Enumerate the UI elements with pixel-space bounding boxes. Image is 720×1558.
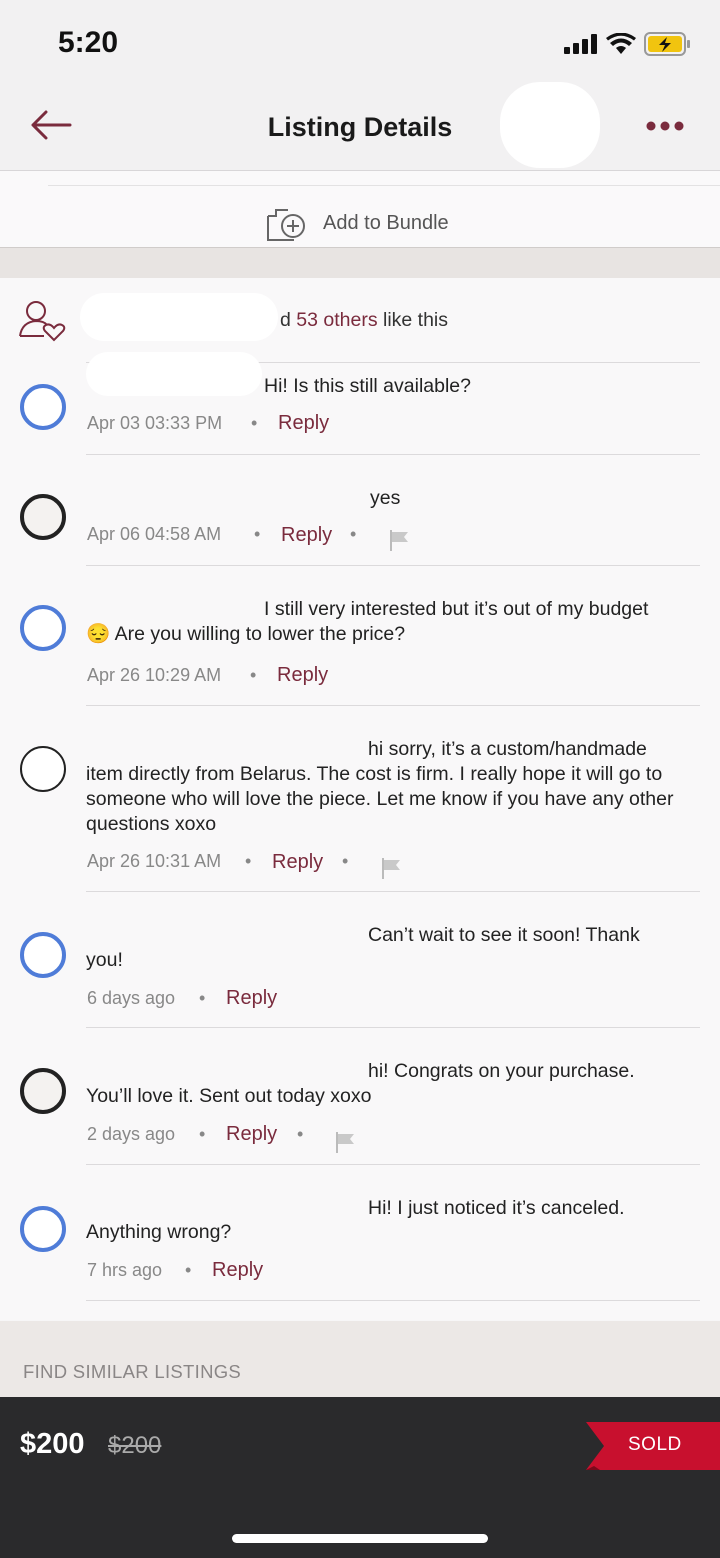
redacted-area	[500, 82, 600, 168]
divider	[86, 705, 700, 706]
comment-text: yes	[370, 487, 401, 509]
divider	[86, 1300, 700, 1301]
flag-icon[interactable]	[380, 856, 402, 880]
sold-badge: SOLD	[628, 1434, 682, 1455]
separator-dot: •	[250, 665, 257, 685]
comment-text: hi sorry, it’s a custom/handmade	[368, 738, 647, 760]
separator-dot: •	[342, 851, 349, 871]
divider	[86, 454, 700, 455]
likes-icon[interactable]	[18, 298, 66, 342]
comment-text-continued: You’ll love it. Sent out today xoxo	[86, 1085, 372, 1107]
original-price: $200	[108, 1432, 162, 1459]
avatar[interactable]	[20, 384, 66, 430]
likes-summary[interactable]: d 53 others like this	[280, 309, 448, 332]
comment-text-continued: Anything wrong?	[86, 1221, 232, 1243]
redacted-username	[92, 923, 362, 947]
comment-time: Apr 06 04:58 AM	[87, 524, 222, 544]
comment-text-continued: Are you willing to lower the price?	[114, 623, 406, 645]
reply-button[interactable]: Reply	[281, 524, 332, 547]
comment-text: Hi! I just noticed it’s canceled.	[368, 1197, 625, 1219]
wifi-icon	[606, 33, 636, 54]
separator-dot: •	[251, 413, 258, 433]
redacted-username	[88, 1196, 362, 1222]
flag-icon[interactable]	[334, 1130, 356, 1154]
redacted-username	[86, 486, 370, 512]
comment-time: Apr 03 03:33 PM	[87, 413, 223, 433]
comment-time: 2 days ago	[87, 1124, 176, 1144]
page-title: Listing Details	[267, 112, 453, 142]
comment-time: Apr 26 10:31 AM	[87, 851, 222, 871]
add-bundle-icon[interactable]	[264, 206, 308, 242]
divider	[86, 1164, 700, 1165]
comment-text: I still very interested but it’s out of …	[264, 598, 649, 620]
comment-text-continued: item directly from Belarus. The cost is …	[86, 763, 674, 835]
reply-button[interactable]: Reply	[226, 1123, 277, 1146]
listing-price: $200	[20, 1428, 85, 1460]
signal-icon	[564, 34, 597, 54]
find-similar-section	[0, 1321, 720, 1397]
redacted-username	[86, 352, 262, 396]
avatar[interactable]	[20, 605, 66, 651]
avatar[interactable]	[20, 932, 66, 978]
flag-icon[interactable]	[388, 528, 410, 552]
comment-text-line2: 😔 Are you willing to lower the price?	[86, 622, 702, 647]
avatar[interactable]	[20, 1068, 66, 1114]
battery-icon	[644, 32, 690, 56]
separator-dot: •	[199, 988, 206, 1008]
bundle-divider	[48, 185, 720, 186]
comment-time: 7 hrs ago	[87, 1260, 163, 1280]
divider	[86, 565, 700, 566]
avatar[interactable]	[20, 746, 66, 792]
separator-dot: •	[254, 524, 261, 544]
emoji: 😔	[86, 623, 111, 645]
more-icon[interactable]	[646, 120, 684, 132]
likes-suffix: like this	[377, 309, 449, 331]
separator-dot: •	[297, 1124, 304, 1144]
bundle-bar	[0, 171, 720, 247]
add-to-bundle-button[interactable]: Add to Bundle	[323, 212, 449, 235]
likes-count[interactable]: 53 others	[296, 309, 377, 331]
comment-text: Hi! Is this still available?	[264, 375, 471, 397]
separator-dot: •	[199, 1124, 206, 1144]
divider	[86, 1027, 700, 1028]
separator-dot: •	[350, 524, 357, 544]
separator-dot: •	[185, 1260, 192, 1280]
comment-text-continued: you!	[86, 949, 123, 971]
reply-button[interactable]: Reply	[278, 412, 329, 435]
redacted-likers	[80, 293, 278, 341]
status-time: 5:20	[58, 26, 119, 59]
reply-button[interactable]: Reply	[226, 987, 277, 1010]
section-separator	[0, 247, 720, 279]
redacted-username	[92, 738, 362, 762]
divider	[86, 891, 700, 892]
redacted-username	[88, 1058, 362, 1084]
comment-text: Can’t wait to see it soon! Thank	[368, 924, 640, 946]
reply-button[interactable]: Reply	[277, 664, 328, 687]
likes-prefix: d	[280, 309, 297, 331]
separator-dot: •	[245, 851, 252, 871]
reply-button[interactable]: Reply	[272, 851, 323, 874]
avatar[interactable]	[20, 1206, 66, 1252]
reply-button[interactable]: Reply	[212, 1259, 263, 1282]
home-indicator[interactable]	[232, 1534, 488, 1543]
comment-time: Apr 26 10:29 AM	[87, 665, 222, 685]
redacted-username	[92, 596, 260, 622]
comment-text: hi! Congrats on your purchase.	[368, 1060, 635, 1082]
find-similar-heading[interactable]: FIND SIMILAR LISTINGS	[23, 1361, 241, 1383]
avatar[interactable]	[20, 494, 66, 540]
comment-time: 6 days ago	[87, 988, 176, 1008]
